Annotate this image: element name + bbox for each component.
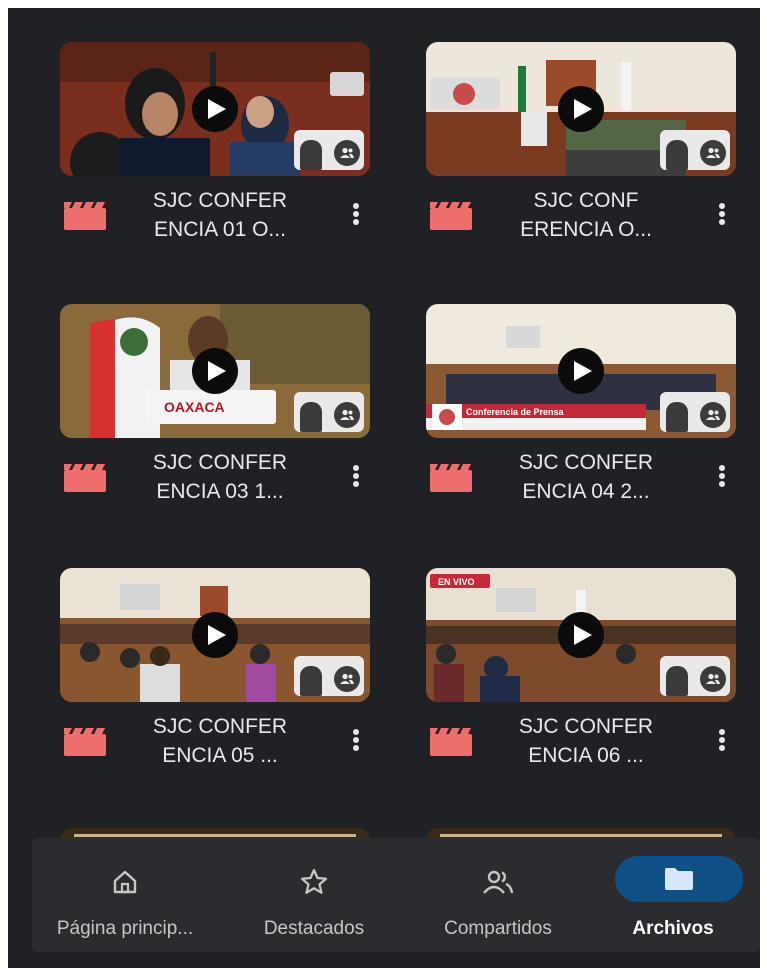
video-file-icon <box>64 728 106 756</box>
video-file-icon <box>430 464 472 492</box>
file-title: SJC CONFER ENCIA 06 ... <box>518 715 654 767</box>
nav-home-label: Página princip... <box>56 918 194 939</box>
nav-starred-label: Destacados <box>263 918 365 939</box>
video-file-icon <box>64 464 106 492</box>
video-thumbnail[interactable]: Conferencia de Prensa <box>426 304 736 438</box>
video-file-icon <box>430 202 472 230</box>
more-options-icon[interactable] <box>348 462 364 490</box>
shared-people-icon <box>700 666 726 692</box>
video-thumbnail[interactable] <box>60 42 370 176</box>
shared-people-icon <box>700 402 726 428</box>
more-options-icon[interactable] <box>714 200 730 228</box>
shared-thumbnail-badge <box>294 130 364 170</box>
play-icon <box>558 612 604 658</box>
more-options-icon[interactable] <box>714 726 730 754</box>
shared-people-icon <box>334 402 360 428</box>
folder-icon <box>665 868 693 890</box>
video-file-icon <box>430 728 472 756</box>
shared-thumbnail-badge <box>660 392 730 432</box>
home-icon <box>103 864 147 900</box>
play-icon <box>192 348 238 394</box>
people-icon <box>476 864 520 900</box>
file-title: SJC CONFER ENCIA 01 O... <box>152 189 288 241</box>
nav-home[interactable]: Página princip... <box>32 838 218 952</box>
shared-thumbnail-badge <box>294 656 364 696</box>
star-icon <box>292 864 336 900</box>
video-thumbnail[interactable]: EN VIVO <box>426 568 736 702</box>
nav-starred[interactable]: Destacados <box>218 838 410 952</box>
video-thumbnail[interactable] <box>60 568 370 702</box>
shared-people-icon <box>334 140 360 166</box>
bottom-navigation-bar: Página princip... Destacados Compartidos… <box>32 838 760 952</box>
more-options-icon[interactable] <box>348 726 364 754</box>
shared-thumbnail-badge <box>660 130 730 170</box>
shared-thumbnail-badge <box>294 392 364 432</box>
video-thumbnail[interactable] <box>426 42 736 176</box>
conference-banner-text: Conferencia de Prensa <box>466 407 565 417</box>
shared-thumbnail-badge <box>660 656 730 696</box>
nav-shared[interactable]: Compartidos <box>410 838 586 952</box>
file-title: SJC CONFER ENCIA 03 1... <box>152 451 288 503</box>
oaxaca-banner-text: OAXACA <box>164 399 225 415</box>
drive-app: SJC CONFER ENCIA 01 O... SJC CONF ERENCI… <box>8 8 760 968</box>
nav-files-label: Archivos <box>632 918 714 939</box>
live-badge-text: EN VIVO <box>438 577 475 587</box>
nav-files[interactable]: Archivos <box>586 838 760 952</box>
shared-people-icon <box>334 666 360 692</box>
file-title: SJC CONF ERENCIA O... <box>520 189 652 241</box>
video-thumbnail[interactable]: OAXACA <box>60 304 370 438</box>
nav-files-active-indicator <box>615 856 743 902</box>
file-title: SJC CONFER ENCIA 04 2... <box>518 451 654 503</box>
play-icon <box>192 612 238 658</box>
more-options-icon[interactable] <box>714 462 730 490</box>
more-options-icon[interactable] <box>348 200 364 228</box>
play-icon <box>558 348 604 394</box>
nav-shared-label: Compartidos <box>444 918 552 939</box>
file-title: SJC CONFER ENCIA 05 ... <box>152 715 288 767</box>
video-file-icon <box>64 202 106 230</box>
play-icon <box>192 86 238 132</box>
shared-people-icon <box>700 140 726 166</box>
play-icon <box>558 86 604 132</box>
